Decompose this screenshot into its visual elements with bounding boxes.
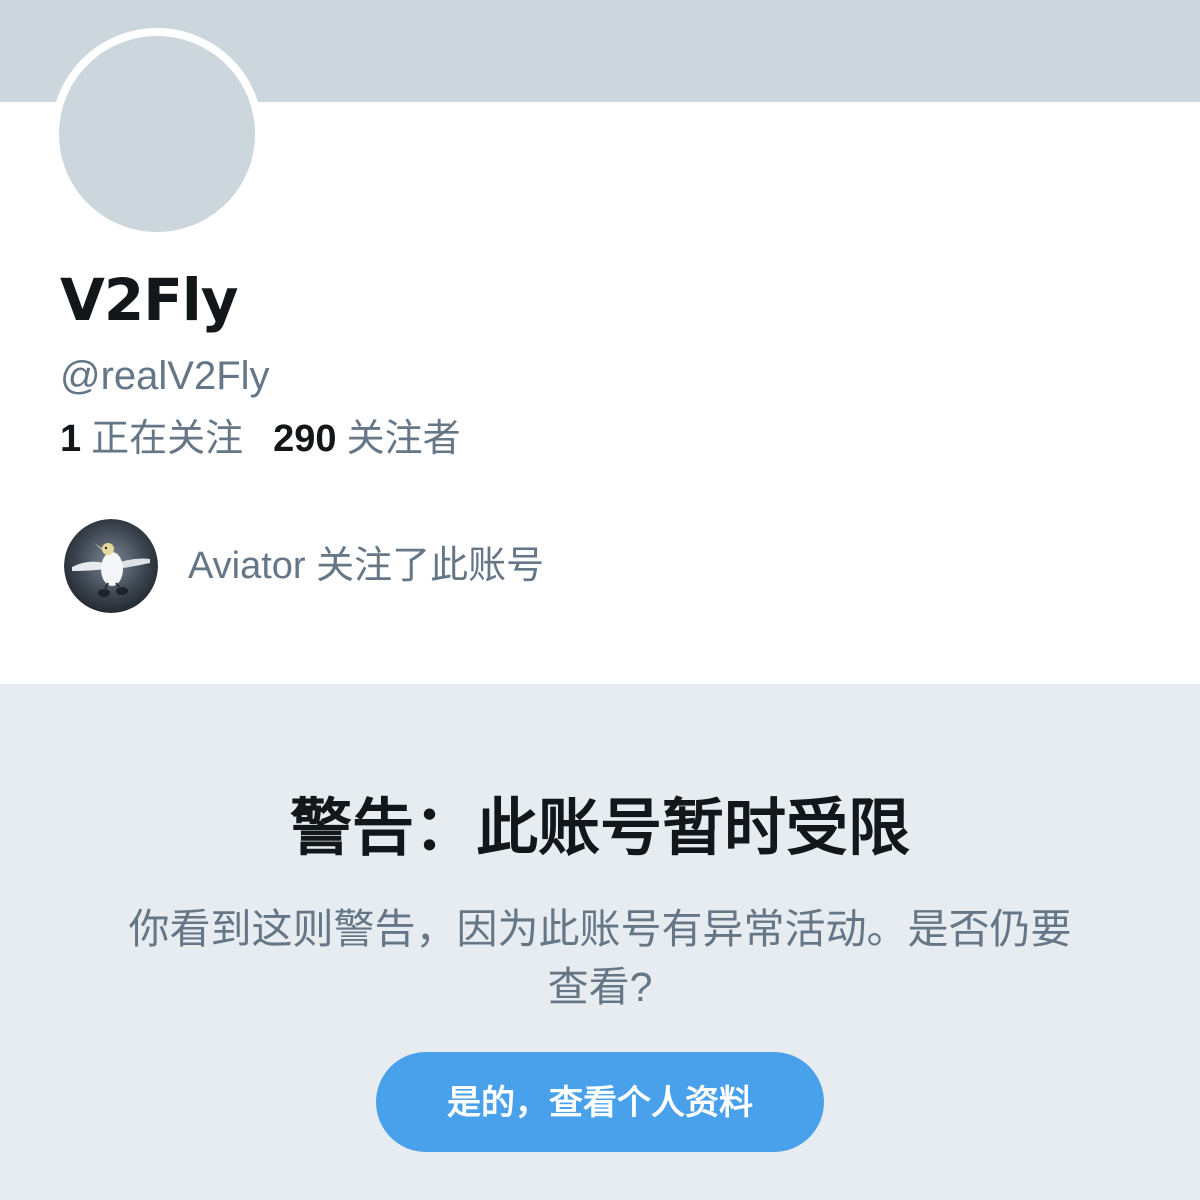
profile-avatar[interactable]: [51, 28, 263, 240]
warning-message: 你看到这则警告，因为此账号有异常活动。是否仍要查看?: [128, 906, 1072, 1010]
follower-avatar[interactable]: [64, 519, 158, 613]
followers-label: 关注者: [346, 418, 461, 460]
following-count: 1: [60, 418, 82, 460]
followed-by-row[interactable]: Aviator 关注了此账号: [64, 518, 544, 614]
warning-title: 警告：此账号暂时受限: [289, 791, 910, 864]
followers-stat[interactable]: 290 关注者: [273, 414, 460, 464]
display-name: V2Fly: [60, 266, 239, 334]
view-profile-button[interactable]: 是的，查看个人资料: [376, 1052, 824, 1152]
following-label: 正在关注: [91, 418, 244, 460]
user-handle: @realV2Fly: [60, 354, 270, 398]
followers-count: 290: [273, 418, 337, 460]
follow-stats: 1 正在关注 290 关注者: [60, 414, 491, 464]
followed-by-text: Aviator 关注了此账号: [188, 545, 545, 587]
default-avatar-placeholder: [59, 36, 255, 232]
profile-page: V2Fly @realV2Fly 1 正在关注 290 关注者 Aviator …: [0, 0, 1200, 1200]
following-stat[interactable]: 1 正在关注: [60, 414, 243, 464]
gannet-bird-icon: [64, 519, 158, 613]
